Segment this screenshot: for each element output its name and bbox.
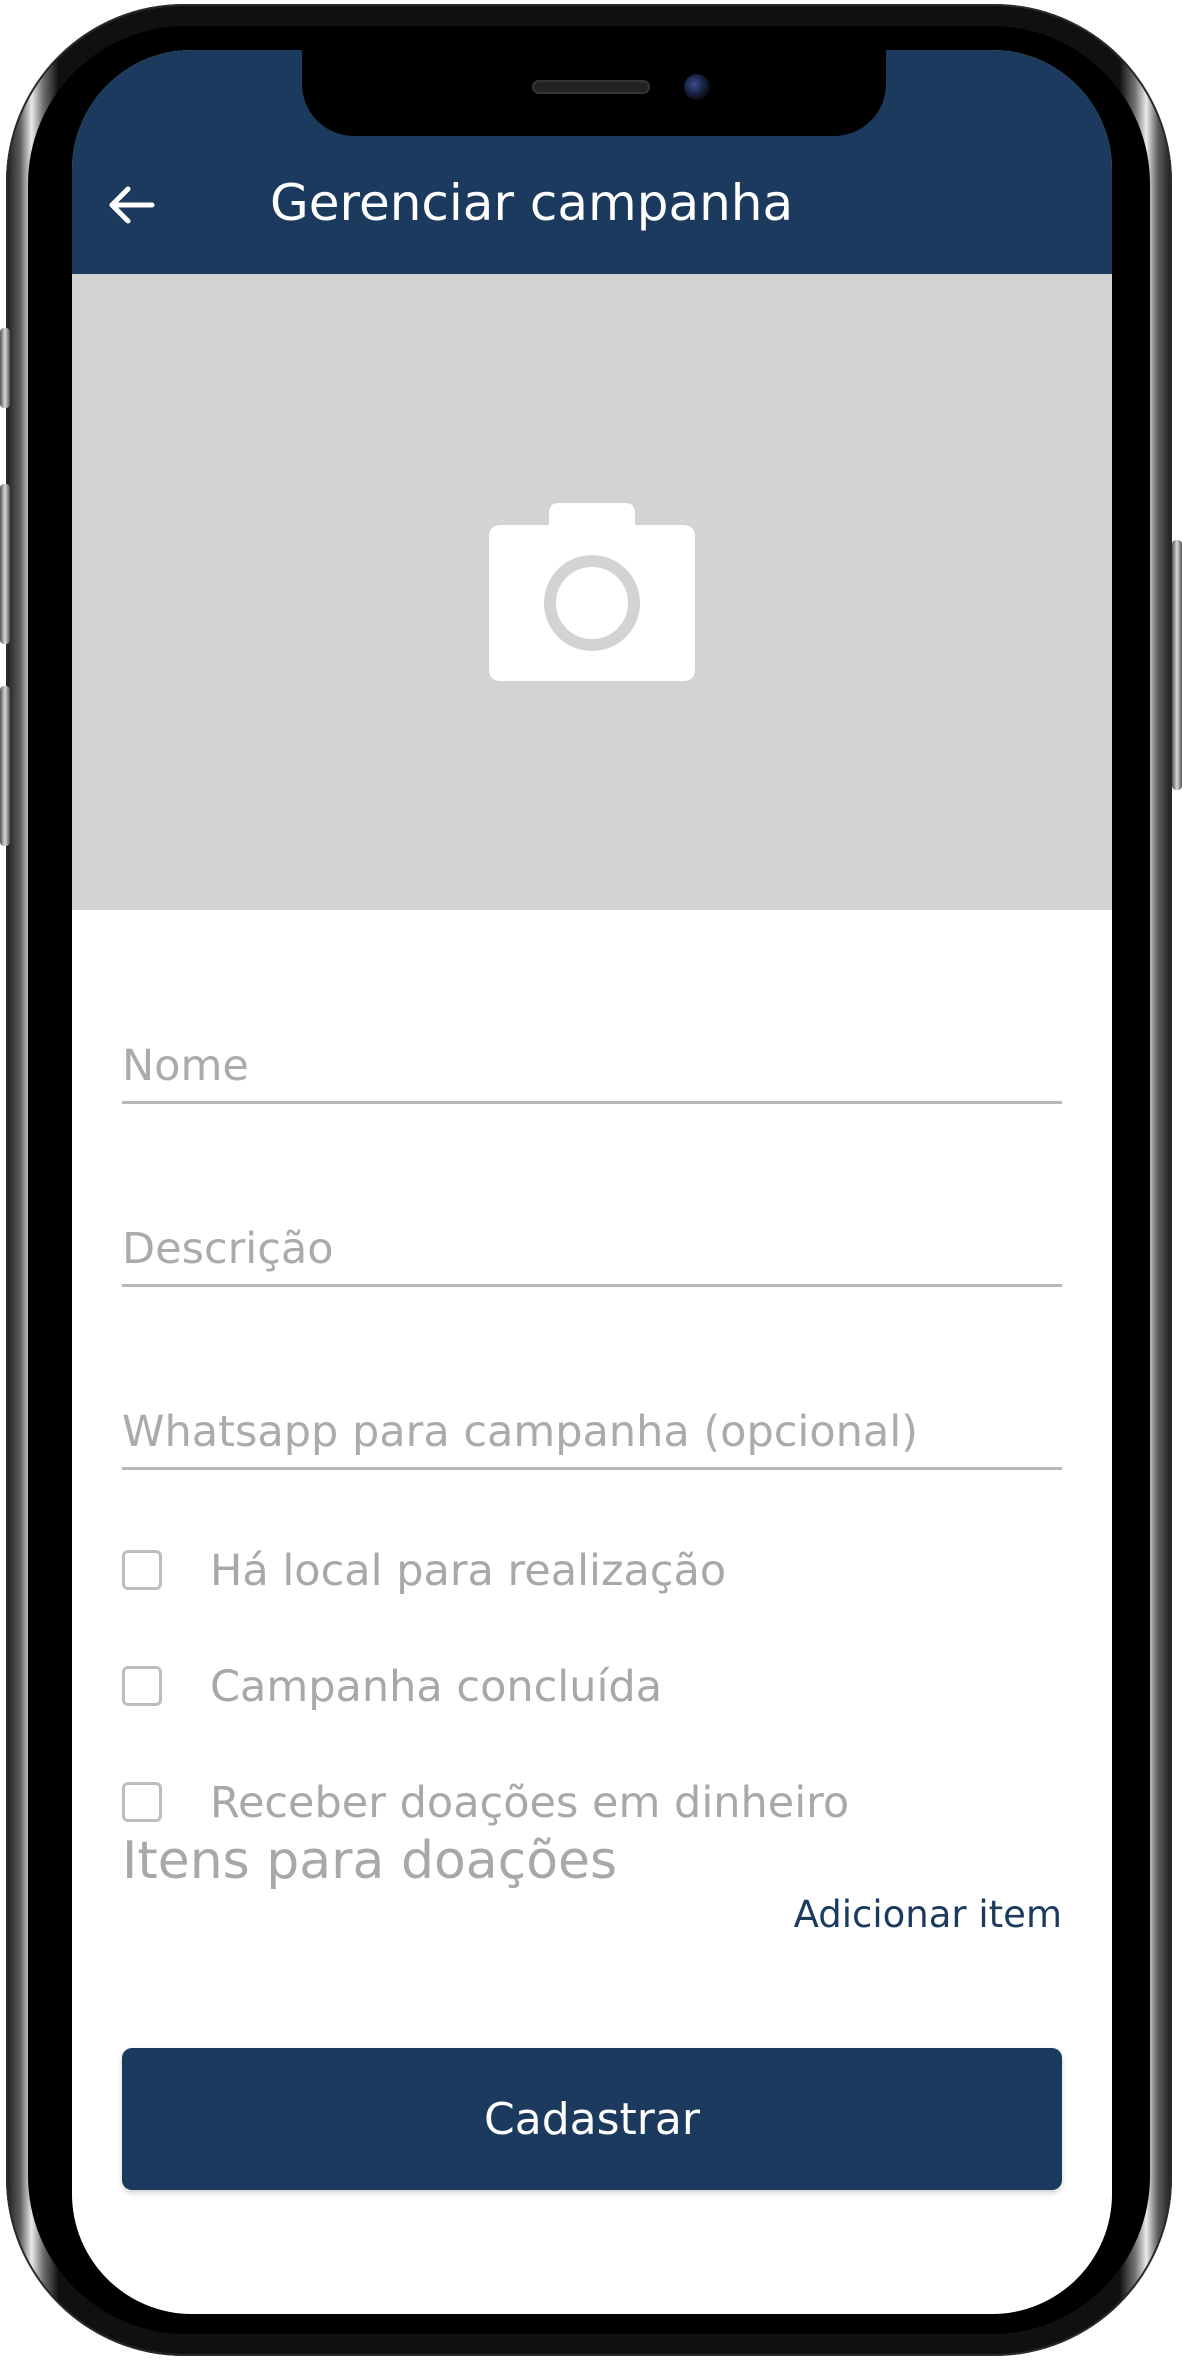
phone-side-button	[0, 686, 10, 846]
front-camera	[684, 74, 710, 100]
checkbox-row-concluded[interactable]: Campanha concluída	[122, 1656, 1062, 1726]
description-input[interactable]	[122, 1191, 1062, 1287]
whatsapp-field	[122, 1374, 1062, 1474]
phone-notch	[302, 50, 886, 136]
phone-side-button	[0, 484, 10, 644]
phone-side-button	[1172, 540, 1182, 790]
page-title: Gerenciar campanha	[270, 174, 794, 232]
add-item-link[interactable]: Adicionar item	[794, 1890, 1062, 1940]
checkbox[interactable]	[122, 1782, 162, 1822]
checkbox-row-local[interactable]: Há local para realização	[122, 1540, 1062, 1610]
name-field	[122, 1008, 1062, 1108]
camera-icon	[489, 503, 695, 681]
description-field	[122, 1191, 1062, 1291]
checkbox-label: Há local para realização	[210, 1546, 727, 1596]
app-screen: Gerenciar campanha Há local para realiza…	[72, 50, 1112, 2314]
checkbox-label: Campanha concluída	[210, 1662, 663, 1712]
phone-side-button	[0, 328, 10, 408]
campaign-image-picker[interactable]	[72, 274, 1112, 910]
items-section-title: Itens para doações	[122, 1831, 618, 1891]
arrow-left-icon[interactable]	[106, 180, 156, 230]
submit-button[interactable]: Cadastrar	[122, 2048, 1062, 2190]
name-input[interactable]	[122, 1008, 1062, 1104]
whatsapp-input[interactable]	[122, 1374, 1062, 1470]
checkbox[interactable]	[122, 1550, 162, 1590]
checkbox[interactable]	[122, 1666, 162, 1706]
speaker-grille	[532, 80, 650, 94]
checkbox-label: Receber doações em dinheiro	[210, 1778, 850, 1828]
